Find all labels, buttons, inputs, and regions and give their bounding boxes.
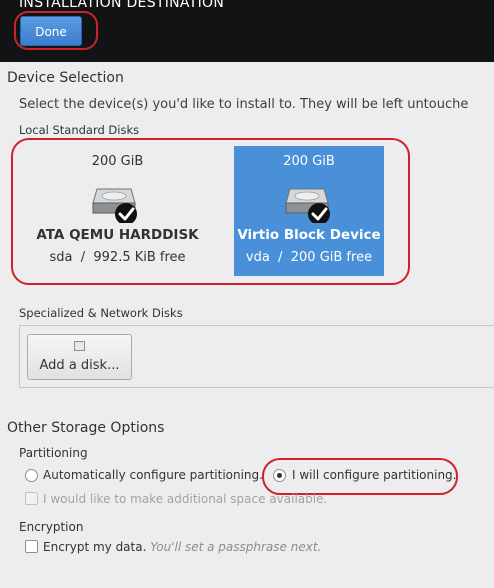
disk-card-vda[interactable]: 200 GiB Virtio Block Device vda / 200 Gi… xyxy=(234,146,384,276)
harddisk-icon xyxy=(285,188,330,223)
harddisk-icon xyxy=(92,188,137,223)
done-button[interactable]: Done xyxy=(20,16,82,46)
page-title: INSTALLATION DESTINATION xyxy=(19,0,225,11)
local-disks-list: 200 GiB ATA QEMU HARDDISK sda / 992.5 Ki… xyxy=(19,146,494,276)
add-disk-button[interactable]: Add a disk... xyxy=(27,334,132,380)
header-bar: INSTALLATION DESTINATION Done xyxy=(0,0,494,62)
add-disk-label: Add a disk... xyxy=(39,358,120,373)
local-disks-label: Local Standard Disks xyxy=(19,123,140,137)
disk-card-sda[interactable]: 200 GiB ATA QEMU HARDDISK sda / 992.5 Ki… xyxy=(19,146,216,276)
disk-size: 200 GiB xyxy=(283,154,335,169)
encrypt-option[interactable]: Encrypt my data. You'll set a passphrase… xyxy=(43,540,321,554)
disk-device: vda xyxy=(245,250,270,265)
encrypt-label: Encrypt my data. xyxy=(43,540,147,554)
auto-partition-radio[interactable] xyxy=(25,469,38,482)
add-disk-icon xyxy=(74,341,85,351)
network-disks-label: Specialized & Network Disks xyxy=(19,306,183,320)
encrypt-hint: You'll set a passphrase next. xyxy=(150,540,322,554)
disk-device: sda xyxy=(49,250,73,265)
disk-separator: / xyxy=(80,250,86,265)
extra-space-checkbox[interactable] xyxy=(25,492,38,505)
manual-partition-radio[interactable] xyxy=(273,469,286,482)
disk-free: 992.5 KiB free xyxy=(93,250,186,265)
disk-size: 200 GiB xyxy=(91,154,144,169)
device-selection-title: Device Selection xyxy=(7,70,124,86)
storage-options-title: Other Storage Options xyxy=(7,420,165,436)
encrypt-checkbox[interactable] xyxy=(25,540,38,553)
disk-name: Virtio Block Device xyxy=(237,227,381,243)
disk-free: 200 GiB free xyxy=(290,250,373,265)
encryption-label: Encryption xyxy=(19,520,84,534)
device-selection-description: Select the device(s) you'd like to insta… xyxy=(19,97,469,112)
auto-partition-label[interactable]: Automatically configure partitioning. xyxy=(43,468,263,482)
manual-partition-label[interactable]: I will configure partitioning. xyxy=(292,468,456,482)
extra-space-label: I would like to make additional space av… xyxy=(43,492,328,506)
disk-info: vda / 200 GiB free xyxy=(234,250,384,265)
disk-name: ATA QEMU HARDDISK xyxy=(36,227,199,243)
disk-separator: / xyxy=(278,250,283,265)
partitioning-label: Partitioning xyxy=(19,446,88,460)
disk-info: sda / 992.5 KiB free xyxy=(19,250,216,265)
